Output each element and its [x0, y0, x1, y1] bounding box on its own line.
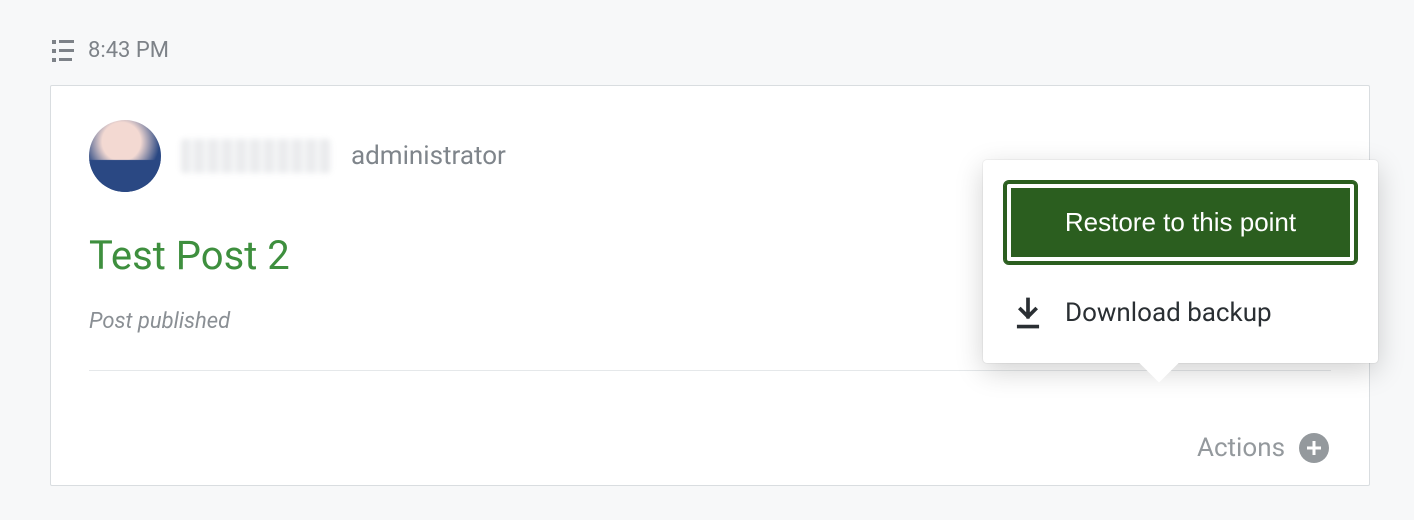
- restore-button[interactable]: Restore to this point: [1003, 180, 1358, 265]
- actions-popover: Restore to this point Download backup: [983, 160, 1378, 363]
- actions-label: Actions: [1197, 433, 1285, 463]
- download-backup-label: Download backup: [1065, 298, 1272, 328]
- user-role: administrator: [351, 141, 506, 171]
- list-icon: [52, 40, 74, 62]
- download-icon: [1013, 297, 1043, 329]
- avatar: [89, 120, 161, 192]
- plus-circle-icon: [1299, 433, 1329, 463]
- divider: [89, 370, 1331, 371]
- timestamp: 8:43 PM: [88, 38, 169, 63]
- actions-trigger[interactable]: Actions: [1197, 433, 1329, 463]
- download-backup-button[interactable]: Download backup: [1003, 265, 1358, 343]
- timeline-entry-header: 8:43 PM: [0, 0, 1414, 75]
- user-name-redacted: [181, 139, 331, 173]
